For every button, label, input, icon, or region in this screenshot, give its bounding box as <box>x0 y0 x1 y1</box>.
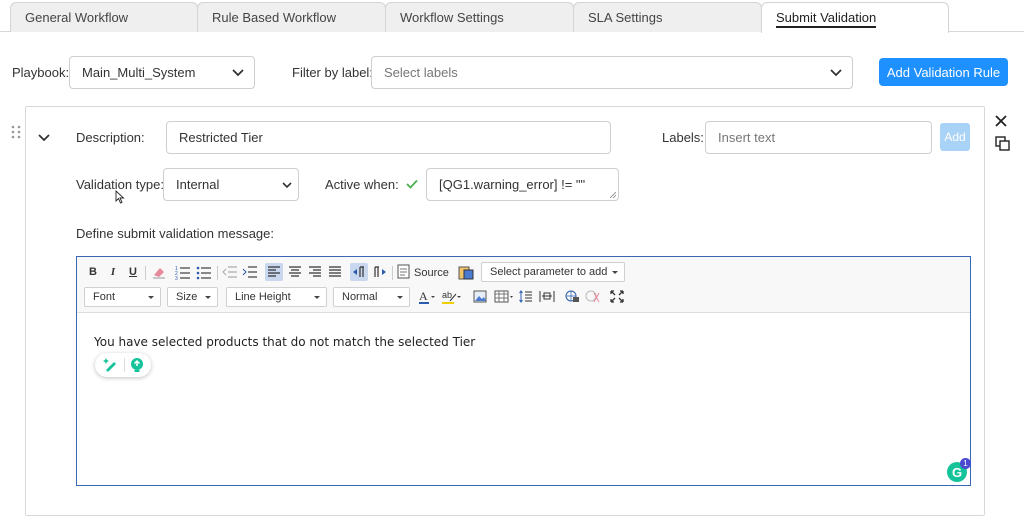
numbered-list-icon[interactable]: 123 <box>175 264 191 280</box>
description-label: Description: <box>76 130 145 145</box>
unlink-icon[interactable] <box>584 290 600 303</box>
tab-label: Workflow Settings <box>400 10 504 25</box>
line-spacing-icon[interactable] <box>519 290 533 303</box>
horizontal-spacing-icon[interactable] <box>539 290 555 303</box>
validation-type-value: Internal <box>176 177 220 192</box>
resize-handle-icon[interactable] <box>610 192 616 198</box>
line-height-dropdown[interactable]: Line Height <box>226 287 327 307</box>
tab-sla-settings[interactable]: SLA Settings <box>573 2 762 32</box>
bold-icon[interactable]: B <box>86 265 100 279</box>
filter-placeholder: Select labels <box>384 65 458 80</box>
labels-input[interactable]: Insert text <box>705 121 932 154</box>
tab-label: Rule Based Workflow <box>212 10 337 25</box>
check-icon <box>406 179 418 189</box>
drag-handle-icon[interactable] <box>11 125 21 139</box>
message-label: Define submit validation message: <box>76 226 274 241</box>
tab-label: SLA Settings <box>588 10 663 25</box>
close-icon[interactable] <box>995 115 1007 127</box>
font-dropdown[interactable]: Font <box>84 287 161 307</box>
format-dropdown[interactable]: Normal <box>333 287 410 307</box>
tab-bar: General Workflow Rule Based Workflow Wor… <box>0 0 1024 33</box>
align-left-icon[interactable] <box>265 263 283 281</box>
copy-icon[interactable] <box>995 136 1011 151</box>
italic-icon[interactable]: I <box>106 265 120 279</box>
add-validation-rule-button[interactable]: Add Validation Rule <box>879 58 1008 86</box>
rich-text-editor: B I U 123 Source Select parameter to add… <box>76 256 971 486</box>
lightbulb-icon[interactable] <box>129 357 145 373</box>
tab-workflow-settings[interactable]: Workflow Settings <box>385 2 574 32</box>
labels-placeholder: Insert text <box>718 130 776 145</box>
highlight-color-icon[interactable]: ab <box>442 289 462 305</box>
justify-icon[interactable] <box>328 266 342 278</box>
validation-type-select[interactable]: Internal <box>163 168 299 201</box>
ltr-direction-icon[interactable] <box>350 263 368 281</box>
tab-submit-validation[interactable]: Submit Validation <box>761 2 949 33</box>
align-center-icon[interactable] <box>288 266 302 278</box>
tab-label: Submit Validation <box>776 10 877 28</box>
bullet-list-icon[interactable] <box>196 264 212 280</box>
maximize-icon[interactable] <box>610 290 624 303</box>
link-icon[interactable] <box>564 290 580 303</box>
source-icon[interactable] <box>397 264 412 279</box>
playbook-select[interactable]: Main_Multi_System <box>69 56 255 89</box>
chevron-down-icon <box>282 182 292 189</box>
text-color-icon[interactable]: A <box>418 289 436 305</box>
rtl-direction-icon[interactable] <box>373 266 387 278</box>
chevron-down-icon <box>232 68 244 76</box>
size-dropdown[interactable]: Size <box>167 287 218 307</box>
grammarly-count-badge: 1 <box>960 458 971 469</box>
tab-general-workflow[interactable]: General Workflow <box>10 2 198 32</box>
underline-icon[interactable]: U <box>126 265 140 279</box>
tab-label: General Workflow <box>25 10 129 25</box>
playbook-value: Main_Multi_System <box>82 65 196 80</box>
tab-rule-based-workflow[interactable]: Rule Based Workflow <box>197 2 386 32</box>
svg-text:ab: ab <box>442 290 452 300</box>
filter-label: Filter by label: <box>292 65 373 80</box>
add-label-button[interactable]: Add <box>940 123 970 151</box>
magic-pen-icon[interactable] <box>103 357 119 373</box>
table-icon[interactable] <box>494 290 514 303</box>
remove-format-icon[interactable] <box>151 265 167 279</box>
active-when-value: [QG1.warning_error] != "" <box>439 177 586 192</box>
mouse-cursor-icon <box>115 190 125 204</box>
indent-icon[interactable] <box>242 265 258 279</box>
description-value: Restricted Tier <box>179 130 263 145</box>
label-filter-select[interactable]: Select labels <box>371 56 853 89</box>
description-input[interactable]: Restricted Tier <box>166 121 611 154</box>
select-parameter-dropdown[interactable]: Select parameter to add <box>481 262 625 282</box>
svg-text:A: A <box>419 289 428 303</box>
labels-label: Labels: <box>662 130 704 145</box>
source-label[interactable]: Source <box>414 266 449 280</box>
editor-toolbar: B I U 123 Source Select parameter to add… <box>77 257 970 313</box>
image-icon[interactable] <box>473 290 487 303</box>
outdent-icon[interactable] <box>222 265 238 279</box>
grammarly-assist-bubble <box>95 353 151 377</box>
chevron-down-icon <box>830 68 842 76</box>
editor-content[interactable]: You have selected products that do not m… <box>94 335 475 349</box>
paste-icon[interactable] <box>458 264 474 280</box>
active-when-textarea[interactable]: [QG1.warning_error] != "" <box>426 168 619 201</box>
playbook-label: Playbook: <box>12 65 70 80</box>
align-right-icon[interactable] <box>308 266 322 278</box>
collapse-chevron-icon[interactable] <box>38 134 50 142</box>
active-when-label: Active when: <box>325 177 399 192</box>
svg-text:3: 3 <box>175 276 178 280</box>
